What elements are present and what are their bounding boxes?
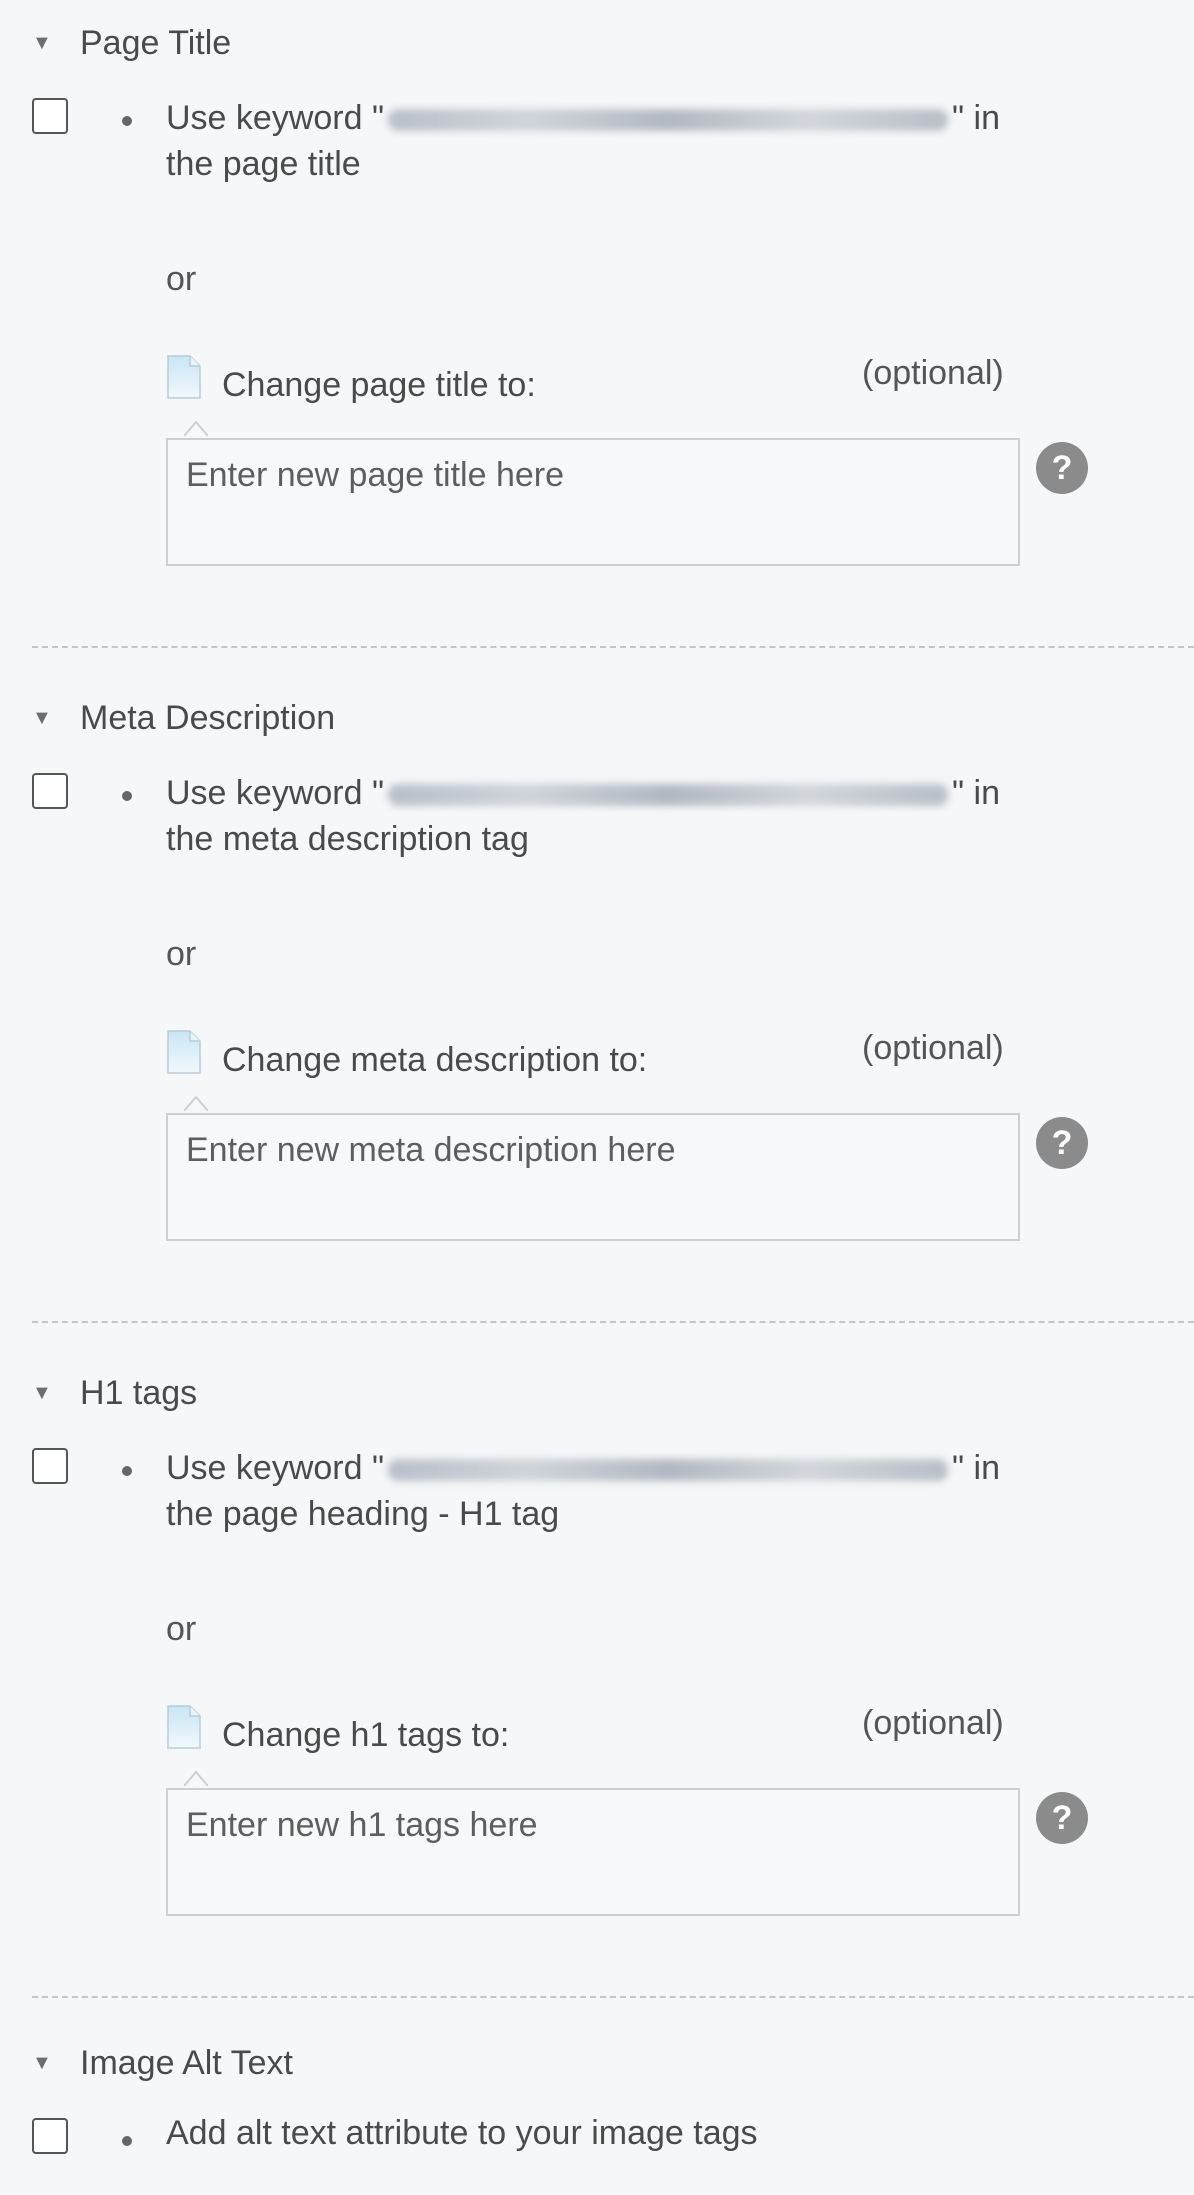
checkbox[interactable] — [32, 1448, 68, 1484]
or-label: or — [166, 935, 197, 973]
change-label: Change h1 tags to: — [222, 1716, 510, 1754]
caret-down-icon[interactable]: ▼ — [32, 1382, 60, 1405]
redacted-keyword — [388, 784, 949, 807]
checkbox[interactable] — [32, 2118, 68, 2154]
section-title: Meta Description — [80, 698, 336, 737]
section-title: Page Title — [80, 23, 232, 62]
checkbox[interactable] — [32, 98, 68, 134]
pointer-notch-icon — [184, 1770, 208, 1786]
change-label: Change meta description to: — [222, 1041, 648, 1079]
optional-label: (optional) — [862, 1704, 1004, 1742]
section-header-image-alt-text[interactable]: ▼ Image Alt Text — [32, 2040, 293, 2086]
section-header[interactable]: ▼ Meta Description — [32, 695, 335, 741]
document-icon — [167, 1705, 201, 1749]
section-title: H1 tags — [80, 1373, 198, 1412]
redacted-keyword — [388, 109, 949, 132]
section-title: Image Alt Text — [80, 2043, 293, 2082]
help-icon[interactable]: ? — [1036, 1792, 1088, 1844]
optional-label: (optional) — [862, 1029, 1004, 1067]
divider — [32, 1321, 1194, 1323]
item-text: Use keyword " " in the page heading - H1 … — [166, 1449, 1001, 1533]
meta-description-input[interactable] — [166, 1113, 1020, 1241]
caret-down-icon[interactable]: ▼ — [32, 32, 60, 55]
change-label: Change page title to: — [222, 366, 536, 404]
item-text: Use keyword " " in the meta description t… — [166, 774, 1001, 858]
page-title-input[interactable] — [166, 438, 1020, 566]
checkbox[interactable] — [32, 773, 68, 809]
item-text: Add alt text attribute to your image tag… — [166, 2114, 758, 2152]
help-icon[interactable]: ? — [1036, 1117, 1088, 1169]
section-h1-tags: ▼ H1 tags Use keyword " " in the page hea… — [0, 1350, 1194, 2025]
section-header[interactable]: ▼ Page Title — [32, 20, 231, 66]
pointer-notch-icon — [184, 420, 208, 436]
bullet-icon — [122, 2136, 132, 2146]
redacted-keyword — [388, 1459, 949, 1482]
document-icon — [167, 355, 201, 399]
divider — [32, 646, 1194, 648]
caret-down-icon[interactable]: ▼ — [32, 2052, 60, 2075]
pointer-notch-icon — [184, 1095, 208, 1111]
bullet-icon — [122, 116, 132, 126]
item-text: Use keyword " " in the page title — [166, 99, 1001, 183]
optional-label: (optional) — [862, 354, 1004, 392]
h1-tags-input[interactable] — [166, 1788, 1020, 1916]
document-icon — [167, 1030, 201, 1074]
divider — [32, 1996, 1194, 1998]
or-label: or — [166, 260, 197, 298]
section-meta-description: ▼ Meta Description Use keyword " " in the… — [0, 675, 1194, 1350]
caret-down-icon[interactable]: ▼ — [32, 707, 60, 730]
section-page-title: ▼ Page Title Use keyword " " in the page … — [0, 0, 1194, 675]
help-icon[interactable]: ? — [1036, 442, 1088, 494]
seo-checklist: ▼ Page Title Use keyword " " in the page … — [0, 0, 1194, 2195]
bullet-icon — [122, 1466, 132, 1476]
bullet-icon — [122, 791, 132, 801]
or-label: or — [166, 1610, 197, 1648]
section-header[interactable]: ▼ H1 tags — [32, 1370, 197, 1416]
